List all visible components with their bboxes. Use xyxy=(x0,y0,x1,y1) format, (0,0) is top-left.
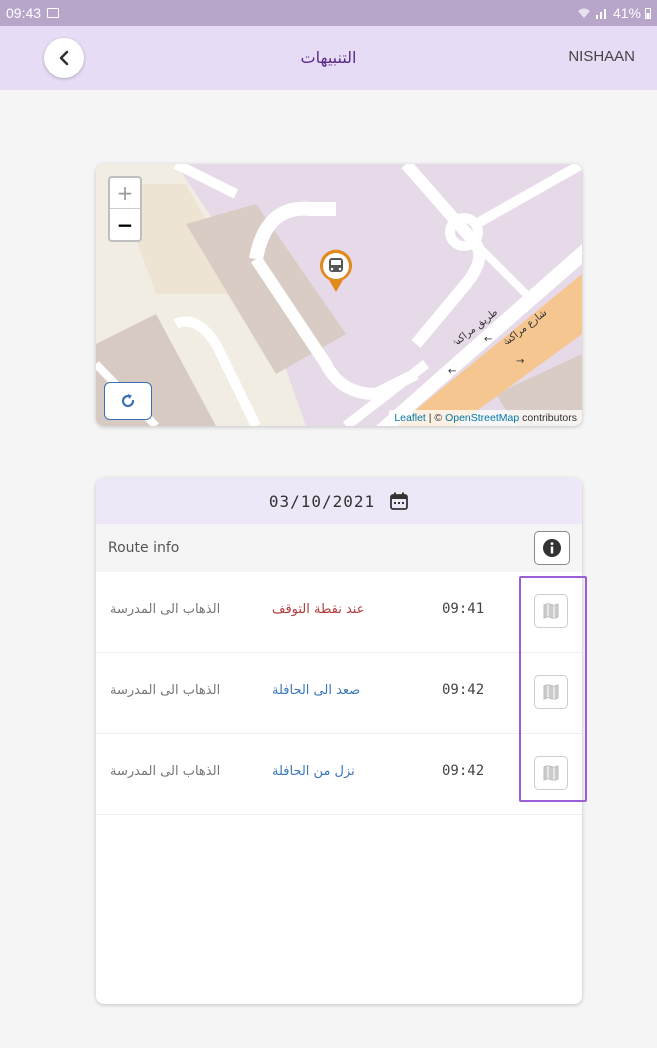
status-time: 09:43 xyxy=(6,5,42,21)
page-title: التنبيهات xyxy=(300,48,357,67)
event-time: 09:42 xyxy=(442,763,485,779)
info-icon xyxy=(543,539,561,557)
show-on-map-button[interactable] xyxy=(534,594,568,628)
app-header: التنبيهات NISHAAN xyxy=(0,26,657,90)
map-attribution: Leaflet | © OpenStreetMap contributors xyxy=(389,410,582,426)
show-on-map-button[interactable] xyxy=(534,756,568,790)
refresh-button[interactable] xyxy=(104,382,152,420)
status-right: 41% xyxy=(577,5,651,21)
trip-name: الذهاب الى المدرسة xyxy=(110,764,221,779)
event-label: عند نقطة التوقف xyxy=(272,602,365,617)
event-label: صعد الى الحافلة xyxy=(272,683,361,698)
zoom-out-button[interactable]: − xyxy=(110,209,140,240)
trip-name: الذهاب الى المدرسة xyxy=(110,683,221,698)
event-time: 09:42 xyxy=(442,682,485,698)
event-row: الذهاب الى المدرسة نزل من الحافلة 09:42 xyxy=(96,734,582,815)
bus-marker-icon[interactable] xyxy=(318,248,354,294)
events-card: 03/10/2021 Route info الذهاب الى المدرسة… xyxy=(96,478,582,1004)
show-on-map-button[interactable] xyxy=(534,675,568,709)
route-info-bar: Route info xyxy=(96,524,582,572)
zoom-in-button[interactable]: + xyxy=(110,178,140,209)
event-time: 09:41 xyxy=(442,601,485,617)
battery-percent: 41% xyxy=(612,5,641,21)
svg-text:→: → xyxy=(516,356,524,367)
date-bar[interactable]: 03/10/2021 xyxy=(96,478,582,524)
zoom-control: + − xyxy=(108,176,142,242)
wifi-icon xyxy=(577,8,590,18)
event-row: الذهاب الى المدرسة صعد الى الحافلة 09:42 xyxy=(96,653,582,734)
attribution-suffix: contributors xyxy=(519,412,577,424)
svg-text:←: ← xyxy=(448,366,456,377)
calendar-icon[interactable] xyxy=(389,491,409,511)
route-info-label: Route info xyxy=(108,540,180,556)
status-bar: 09:43 41% xyxy=(0,0,657,26)
refresh-icon xyxy=(121,394,135,408)
osm-link[interactable]: OpenStreetMap xyxy=(445,412,519,424)
event-row: الذهاب الى المدرسة عند نقطة التوقف 09:41 xyxy=(96,572,582,653)
map-icon xyxy=(543,764,559,782)
map-view[interactable]: ← ← → طريق مراكش شارع مراكش + − Leaflet … xyxy=(96,164,582,426)
date-value: 03/10/2021 xyxy=(268,491,376,511)
attribution-separator: | © xyxy=(425,412,446,424)
map-icon xyxy=(543,683,559,701)
battery-icon xyxy=(645,8,651,19)
user-name[interactable]: NISHAAN xyxy=(568,48,635,65)
signal-icon xyxy=(595,9,606,19)
info-button[interactable] xyxy=(534,531,570,565)
image-notification-icon xyxy=(47,8,60,18)
svg-text:شارع مراكش: شارع مراكش xyxy=(498,307,549,344)
leaflet-link[interactable]: Leaflet xyxy=(394,412,426,424)
street-label-2: شارع مراكش xyxy=(498,307,549,344)
event-label: نزل من الحافلة xyxy=(272,764,355,779)
trip-name: الذهاب الى المدرسة xyxy=(110,602,221,617)
map-icon xyxy=(543,602,559,620)
